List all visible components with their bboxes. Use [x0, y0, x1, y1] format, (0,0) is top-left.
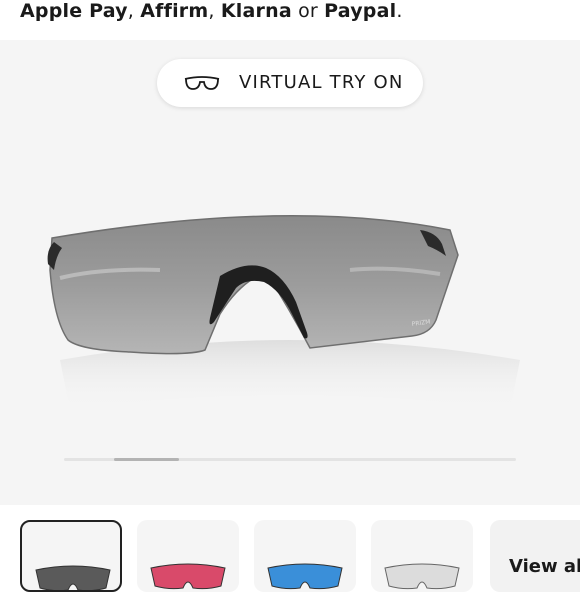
period: . [396, 0, 403, 22]
carousel-scrollbar-thumb[interactable] [114, 458, 179, 461]
glasses-outline-icon [184, 76, 220, 90]
sunglasses-product-image: PRIZM [47, 215, 520, 410]
separator: , [208, 0, 221, 22]
sunglasses-thumbnail-icon [267, 563, 343, 590]
product-gallery[interactable]: VIRTUAL TRY ON PRIZM [0, 40, 580, 505]
variant-thumbnail-prizm-road[interactable] [137, 520, 239, 592]
virtual-try-on-button[interactable]: VIRTUAL TRY ON [157, 59, 423, 107]
or-text: or [291, 0, 325, 22]
variant-thumbnail-clear[interactable] [371, 520, 473, 592]
carousel-scrollbar[interactable] [64, 458, 516, 461]
variant-thumbnail-prizm-sapphire[interactable] [254, 520, 356, 592]
payment-methods-text: Apple Pay, Affirm, Klarna or Paypal. [20, 0, 403, 28]
klarna-label: Klarna [220, 0, 292, 22]
virtual-try-on-label: VIRTUAL TRY ON [239, 72, 404, 93]
sunglasses-thumbnail-icon [35, 565, 111, 590]
view-all-button[interactable]: View all [490, 520, 580, 592]
view-all-label: View all [509, 556, 580, 577]
paypal-label: Paypal [324, 0, 397, 22]
apple-pay-label: Apple Pay [20, 0, 128, 22]
affirm-label: Affirm [140, 0, 209, 22]
sunglasses-thumbnail-icon [150, 563, 226, 590]
variant-thumbnail-prizm-black[interactable] [20, 520, 122, 592]
separator: , [127, 0, 141, 22]
sunglasses-thumbnail-icon [384, 563, 460, 590]
variant-thumbnails: View all [0, 505, 580, 592]
